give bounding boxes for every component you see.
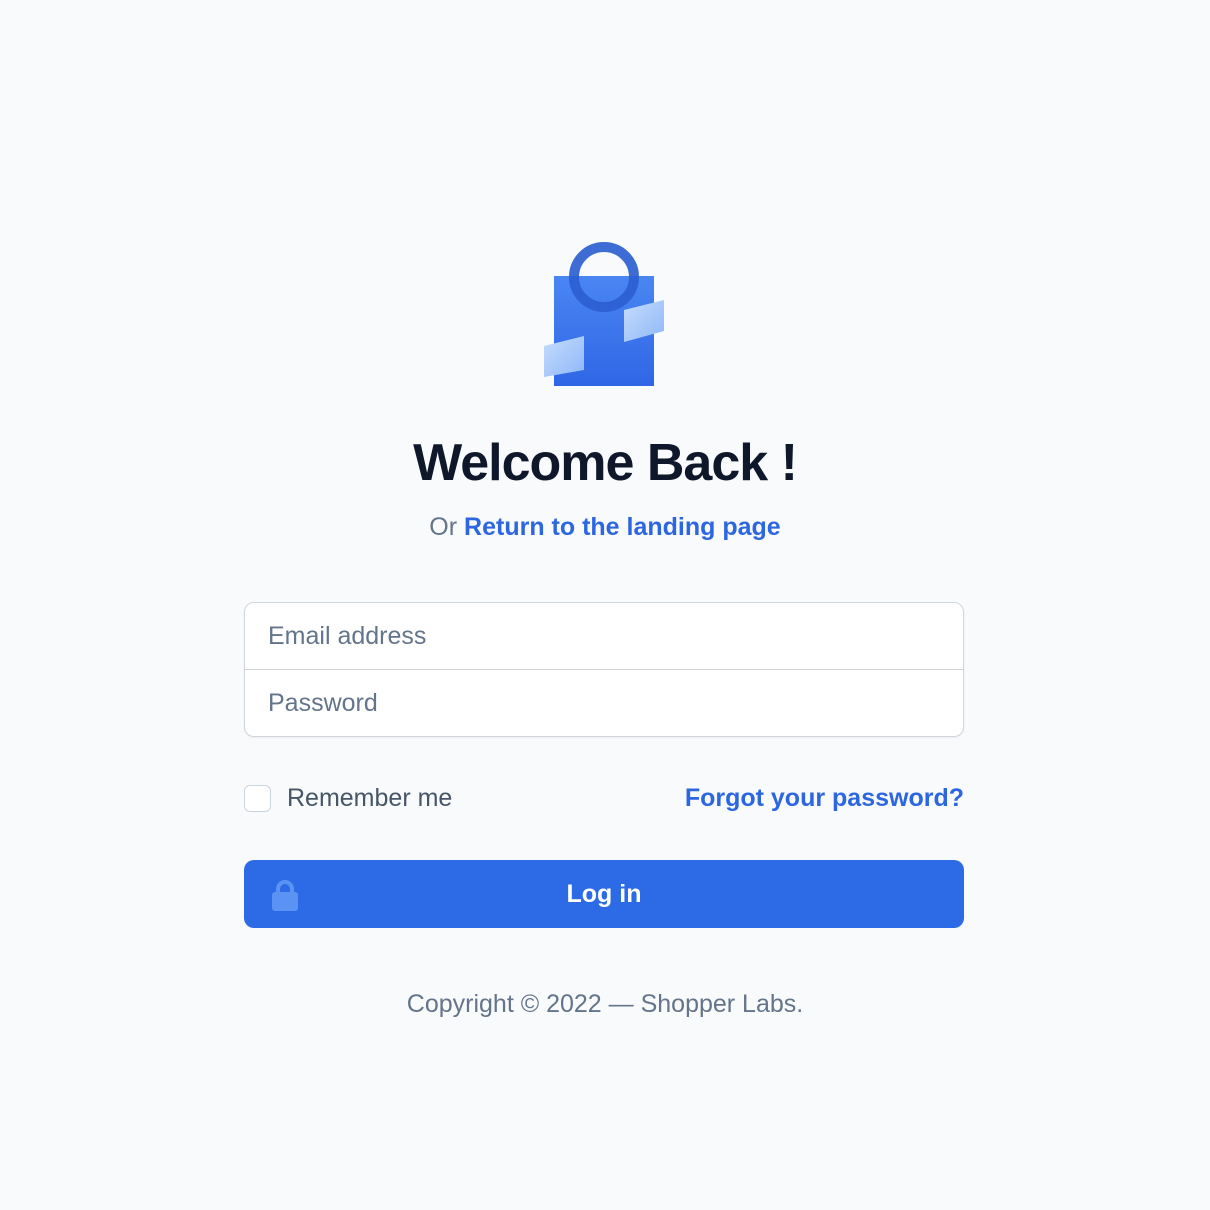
email-field[interactable] bbox=[245, 603, 963, 669]
remember-me-toggle[interactable]: Remember me bbox=[244, 780, 452, 816]
credentials-fields bbox=[244, 602, 964, 737]
lock-icon bbox=[272, 880, 298, 911]
subtitle: Or Return to the landing page bbox=[0, 510, 1210, 544]
login-button[interactable]: Log in bbox=[244, 860, 964, 928]
subtitle-prefix: Or bbox=[429, 513, 458, 541]
copyright-text: Copyright © 2022 — Shopper Labs. bbox=[406, 990, 804, 1018]
remember-me-label: Remember me bbox=[287, 783, 453, 812]
remember-me-checkbox[interactable] bbox=[244, 784, 271, 812]
shopping-bag-icon bbox=[544, 242, 664, 386]
login-page: Welcome Back ! Or Return to the landing … bbox=[0, 0, 1210, 1210]
page-title: Welcome Back ! bbox=[413, 434, 798, 492]
landing-page-link[interactable]: Return to the landing page bbox=[464, 513, 781, 541]
login-options: Remember me Forgot your password? bbox=[244, 780, 964, 816]
login-button-label: Log in bbox=[566, 880, 642, 908]
forgot-password-link[interactable]: Forgot your password? bbox=[685, 780, 964, 816]
password-field[interactable] bbox=[245, 670, 963, 736]
